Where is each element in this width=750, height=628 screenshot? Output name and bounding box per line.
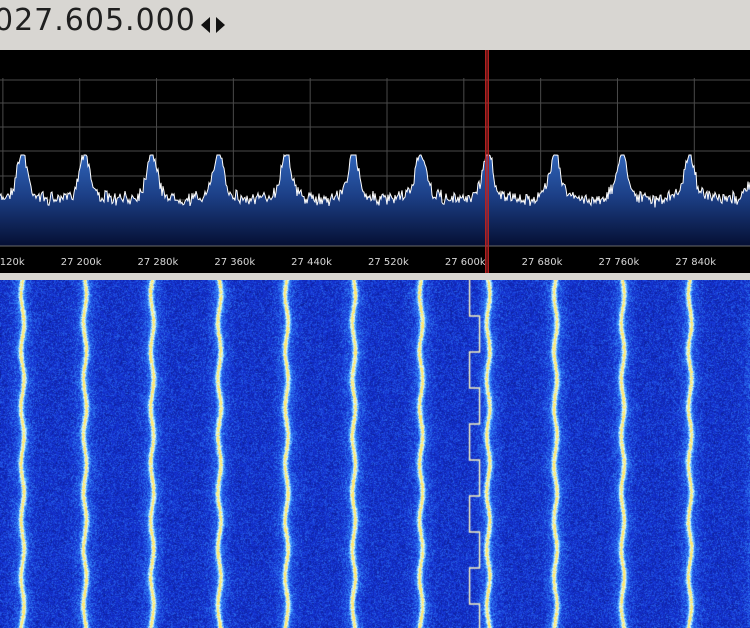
frequency-tick-label: 27 680k bbox=[522, 257, 563, 268]
frequency-toolbar: 027.605.000 bbox=[0, 0, 750, 51]
frequency-tick-label: 27 840k bbox=[675, 257, 716, 268]
spectrum-plot[interactable]: 27 120k 27 200k 27 280k 27 360k 27 440k 27 52… bbox=[0, 50, 750, 278]
frequency-tick-label: 27 360k bbox=[214, 257, 255, 268]
left-right-arrows-icon[interactable] bbox=[199, 14, 227, 36]
frequency-tick-label: 27 440k bbox=[291, 257, 332, 268]
frequency-tick-label: 27 120k bbox=[0, 257, 25, 268]
vfo-marker[interactable] bbox=[485, 50, 489, 278]
frequency-tick-label: 27 520k bbox=[368, 257, 409, 268]
frequency-tick-label: 27 760k bbox=[598, 257, 639, 268]
frequency-axis: 27 120k 27 200k 27 280k 27 360k 27 440k 27 52… bbox=[0, 257, 716, 268]
waterfall-display[interactable] bbox=[0, 280, 750, 628]
frequency-tick-label: 27 280k bbox=[138, 257, 179, 268]
frequency-tick-label: 27 200k bbox=[61, 257, 102, 268]
frequency-tick-label: 27 600k bbox=[445, 257, 486, 268]
panel-divider[interactable] bbox=[0, 273, 750, 280]
frequency-display[interactable]: 027.605.000 bbox=[0, 3, 196, 38]
